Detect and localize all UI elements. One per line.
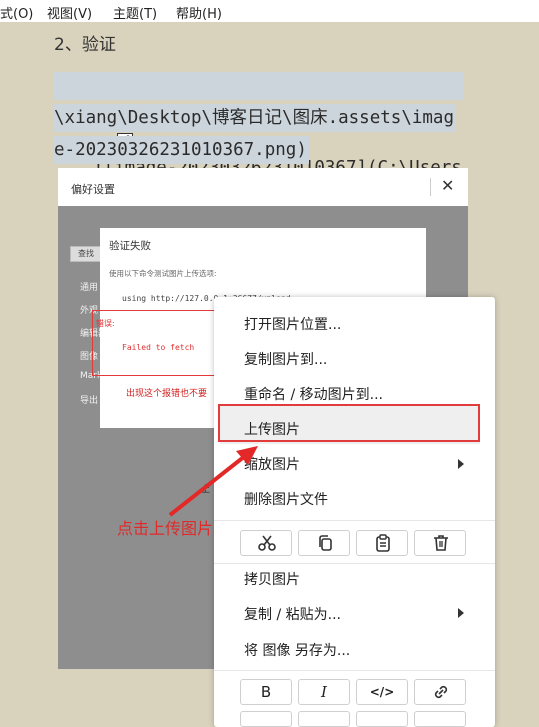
annotation-arrow: [168, 446, 258, 517]
annotation-text: 点击上传图片: [117, 519, 214, 538]
